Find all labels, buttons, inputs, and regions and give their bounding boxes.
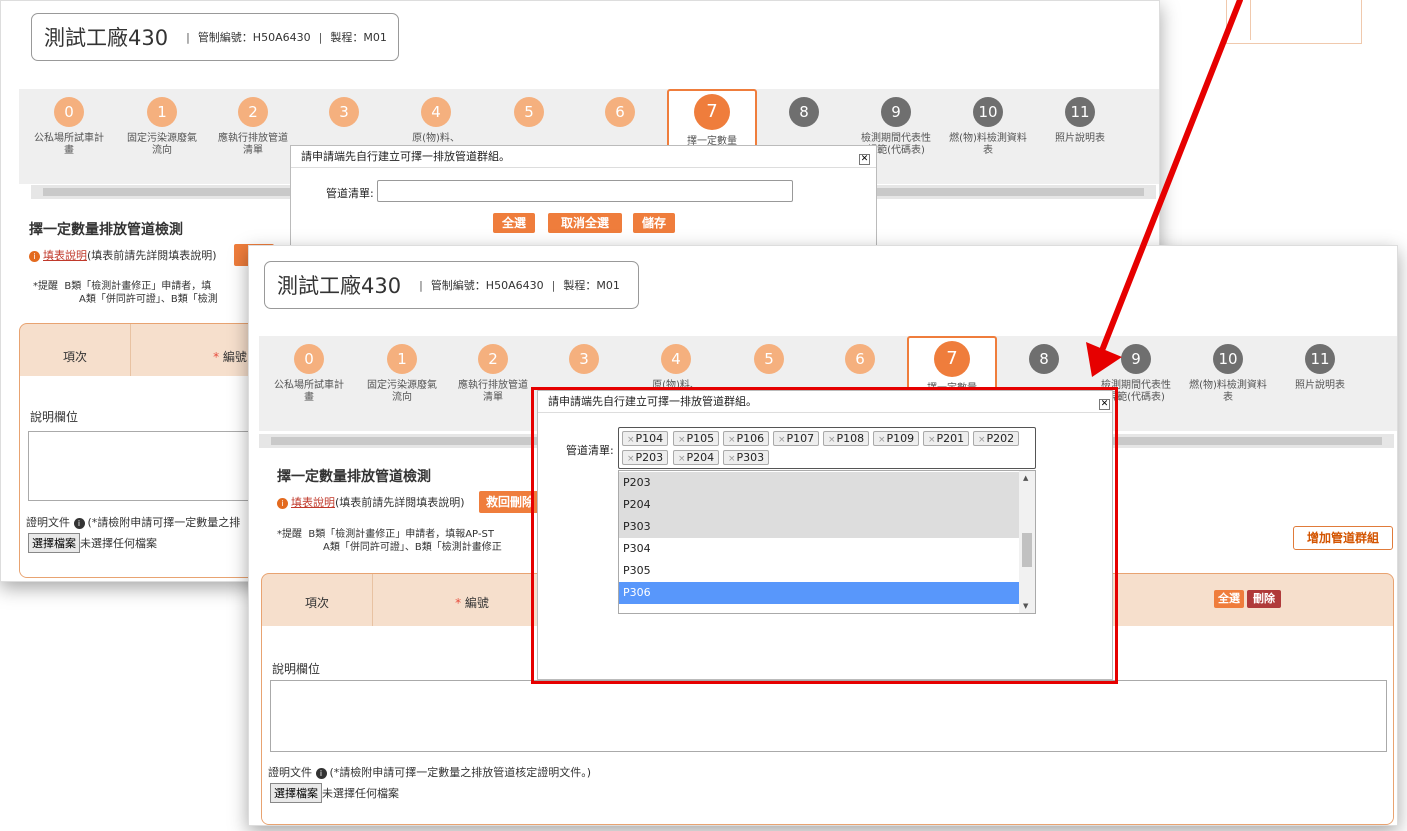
reminder-text: *提醒 B類「檢測計畫修正」申請者，填報AP-ST A類「併同許可證」、B類「檢… (277, 529, 502, 553)
factory-name: 測試工廠430 (277, 274, 402, 298)
step-10[interactable]: 10 燃(物)料檢測資料表 (1183, 336, 1273, 431)
cancel-all-button[interactable]: 取消全選 (548, 213, 622, 233)
section-title: 擇一定數量排放管道檢測 (277, 469, 431, 485)
doc-note: (*請檢附申請可擇一定數量之排放管道核定證明文件。) (329, 766, 592, 779)
file-status: 未選擇任何檔案 (322, 787, 399, 800)
reminder-text: *提醒 B類「檢測計畫修正」申請者，填 A類「併同許可證」、B類「檢測 (33, 281, 218, 305)
step-1[interactable]: 1 固定污染源廢氣流向 (117, 89, 207, 184)
help-link[interactable]: 填表說明 (43, 249, 87, 262)
step-1[interactable]: 1 固定污染源廢氣流向 (357, 336, 447, 431)
section-title: 擇一定數量排放管道檢測 (29, 222, 183, 238)
back-dialog: 請申請端先自行建立可擇一排放管道群組。 ✕ 管道清單: 全選 取消全選 儲存 (290, 145, 877, 250)
process-label: 製程：M01 (330, 31, 387, 44)
desc-label: 說明欄位 (272, 662, 321, 676)
step-11[interactable]: 11 照片說明表 (1035, 89, 1125, 184)
file-status: 未選擇任何檔案 (80, 537, 157, 550)
background-divider (1250, 0, 1251, 40)
step-0[interactable]: 0 公私場所試車計畫 (24, 89, 114, 184)
col-item: 項次 (62, 350, 87, 364)
add-pipe-group-button[interactable]: 增加管道群組 (1293, 526, 1393, 550)
col-no: 編號 (222, 350, 247, 364)
background-panel (1226, 0, 1362, 44)
step-10[interactable]: 10 燃(物)料檢測資料表 (943, 89, 1033, 184)
step-2[interactable]: 2 應執行排放管道清單 (448, 336, 538, 431)
col-item: 項次 (304, 596, 329, 610)
save-button[interactable]: 儲存 (633, 213, 675, 233)
process-label: 製程：M01 (563, 279, 620, 292)
info-icon: i (29, 250, 40, 262)
table-delete-button[interactable]: 刪除 (1247, 590, 1281, 608)
step-2[interactable]: 2 應執行排放管道清單 (208, 89, 298, 184)
control-no: 管制編號：H50A6430 (197, 31, 311, 44)
desc-label: 說明欄位 (30, 410, 79, 424)
control-no: 管制編號：H50A6430 (430, 279, 544, 292)
desc-textarea[interactable] (270, 680, 1387, 752)
col-no: 編號 (464, 596, 489, 610)
file-button[interactable]: 選擇檔案 (28, 533, 80, 553)
help-link[interactable]: 填表說明 (291, 496, 335, 509)
close-icon[interactable]: ✕ (859, 154, 870, 165)
back-pipe-input[interactable] (377, 180, 793, 202)
select-all-button[interactable]: 全選 (493, 213, 535, 233)
factory-header: 測試工廠430 | 管制編號：H50A6430 | 製程：M01 (264, 261, 639, 309)
back-field-label: 管道清單: (326, 187, 374, 200)
info-icon: i (277, 497, 288, 509)
file-button[interactable]: 選擇檔案 (270, 783, 322, 803)
table-select-all-button[interactable]: 全選 (1214, 590, 1244, 608)
step-0[interactable]: 0 公私場所試車計畫 (264, 336, 354, 431)
step-11[interactable]: 11 照片說明表 (1275, 336, 1365, 431)
back-dialog-title: 請申請端先自行建立可擇一排放管道群組。 (291, 146, 876, 168)
factory-header: 測試工廠430 | 管制編號：H50A6430 | 製程：M01 (31, 13, 399, 61)
factory-name: 測試工廠430 (44, 26, 169, 50)
callout-frame (531, 387, 1118, 684)
